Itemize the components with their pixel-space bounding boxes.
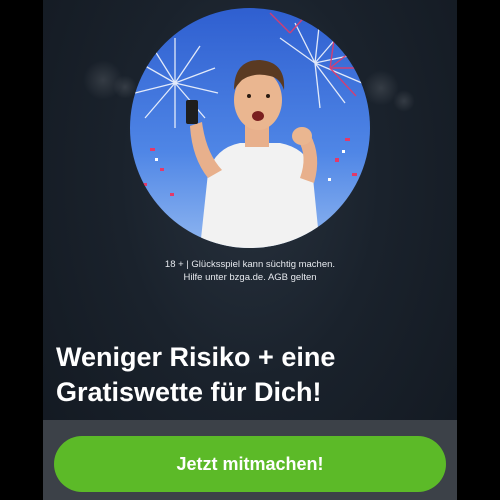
mouth	[252, 111, 264, 121]
promo-headline: Weniger Risiko + eine Gratiswette für Di…	[56, 340, 446, 410]
headline-line-2: Gratiswette für Dich!	[56, 377, 322, 407]
phone-icon	[186, 100, 198, 124]
fist	[292, 127, 312, 145]
celebrating-man-illustration	[130, 8, 370, 248]
background-light	[393, 90, 415, 112]
eye	[247, 94, 251, 98]
hero-image	[130, 8, 370, 248]
tshirt	[200, 143, 320, 248]
headline-line-1: Weniger Risiko + eine	[56, 342, 336, 372]
gambling-disclaimer: 18 + | Glücksspiel kann süchtig machen. …	[43, 258, 457, 284]
eye	[266, 94, 270, 98]
promo-panel: 18 + | Glücksspiel kann süchtig machen. …	[43, 0, 457, 500]
disclaimer-line-1: 18 + | Glücksspiel kann süchtig machen.	[164, 259, 336, 270]
disclaimer-line-2: Hilfe unter bzga.de. AGB gelten	[183, 272, 317, 283]
join-now-button[interactable]: Jetzt mitmachen!	[54, 436, 446, 492]
screen-frame: 18 + | Glücksspiel kann süchtig machen. …	[0, 0, 500, 500]
